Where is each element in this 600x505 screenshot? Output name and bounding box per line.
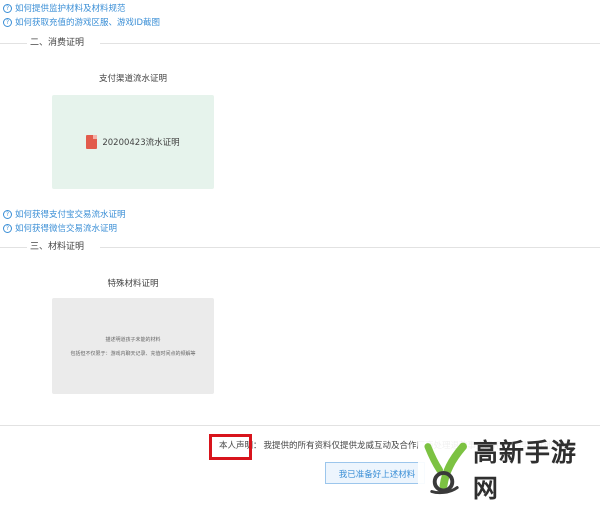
- divider: [0, 247, 27, 248]
- question-circle-icon: ?: [3, 223, 12, 233]
- card-description-line: 描述明道孩子未能的材料: [105, 336, 161, 343]
- link-guardian-materials[interactable]: ? 如何提供监护材料及材料规范: [3, 2, 126, 14]
- link-text: 如何提供监护材料及材料规范: [15, 4, 126, 14]
- question-circle-icon: ?: [3, 209, 12, 219]
- watermark-logo-icon: [424, 442, 467, 494]
- divider: [0, 425, 600, 426]
- pdf-file-icon: [86, 135, 98, 149]
- watermark-text: 高新手游网: [472, 437, 577, 503]
- watermark: 高新手游网: [418, 438, 600, 503]
- link-game-server-screenshot[interactable]: ? 如何获取充值的游戏区服、游戏ID截图: [3, 16, 160, 28]
- section-materials-header: 三、材料证明: [0, 240, 600, 254]
- question-circle-icon: ?: [3, 17, 12, 27]
- divider: [100, 247, 600, 248]
- card-title-special: 特殊材料证明: [107, 279, 159, 289]
- highlight-box: [209, 434, 252, 460]
- card-description-line: 包括但不仅限于：游戏内聊天记录、充值时间点的频解等: [70, 350, 196, 357]
- confirm-ready-button[interactable]: 我已准备好上述材料: [325, 462, 425, 484]
- link-alipay-proof[interactable]: ? 如何获得支付宝交易流水证明: [3, 208, 126, 220]
- link-wechat-proof[interactable]: ? 如何获得微信交易流水证明: [3, 222, 117, 234]
- divider: [0, 43, 27, 44]
- section-consumption-header: 二、消费证明: [0, 36, 600, 50]
- question-circle-icon: ?: [3, 3, 12, 13]
- card-title-payment: 支付渠道流水证明: [98, 74, 167, 84]
- link-text: 如何获取充值的游戏区服、游戏ID截图: [15, 18, 161, 28]
- payment-proof-card[interactable]: 20200423流水证明: [52, 95, 214, 189]
- special-material-card[interactable]: 描述明道孩子未能的材料 包括但不仅限于：游戏内聊天记录、充值时间点的频解等: [52, 298, 214, 394]
- section-title: 三、材料证明: [27, 240, 88, 254]
- section-title: 二、消费证明: [27, 36, 88, 50]
- file-name: 20200423流水证明: [102, 138, 180, 148]
- link-text: 如何获得支付宝交易流水证明: [15, 210, 126, 220]
- divider: [100, 43, 600, 44]
- link-text: 如何获得微信交易流水证明: [15, 224, 118, 234]
